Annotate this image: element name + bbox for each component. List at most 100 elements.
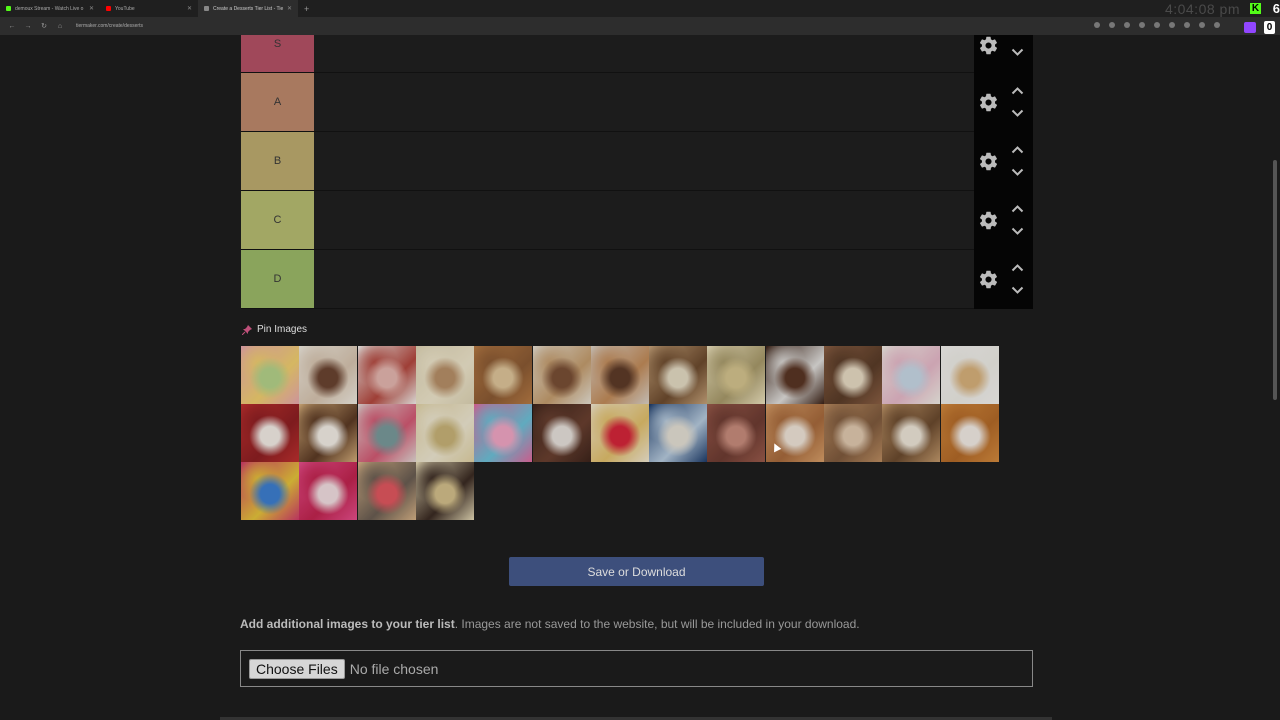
move-down-icon[interactable] — [1011, 168, 1024, 177]
tier-label[interactable]: B — [241, 132, 314, 190]
dessert-image-dippin-dots[interactable] — [649, 404, 708, 462]
dessert-image-macarons[interactable] — [241, 346, 299, 404]
close-tab-icon[interactable]: ✕ — [287, 5, 292, 12]
dessert-image-cheesecake[interactable] — [707, 346, 766, 404]
new-tab-icon[interactable]: + — [304, 4, 309, 14]
kick-favicon-icon — [6, 6, 11, 11]
tier-row: C — [241, 191, 1033, 250]
twitch-logo-icon — [1244, 22, 1256, 33]
dessert-image-cannoli-shells[interactable] — [824, 404, 882, 462]
back-icon[interactable]: ← — [8, 23, 16, 30]
move-up-icon[interactable] — [1011, 145, 1024, 154]
home-icon[interactable]: ⌂ — [56, 23, 64, 30]
dessert-image-smores[interactable] — [299, 404, 358, 462]
extension-icons — [1094, 22, 1220, 28]
move-down-icon[interactable] — [1011, 227, 1024, 236]
address-bar: ← → ↻ ⌂ tiermaker.com/create/desserts — [0, 17, 1280, 35]
dessert-image-cupcake[interactable] — [357, 346, 416, 404]
move-down-icon[interactable] — [1011, 109, 1024, 118]
dessert-image-candy[interactable] — [241, 462, 299, 520]
extension-icon[interactable] — [1169, 22, 1175, 28]
dessert-image-layer-cake[interactable] — [299, 346, 358, 404]
save-or-download-button[interactable]: Save or Download — [509, 557, 764, 586]
pin-icon — [242, 324, 252, 335]
dessert-image-tiramisu[interactable] — [824, 346, 882, 404]
gear-icon[interactable] — [978, 210, 999, 231]
twitch-count: 0 — [1264, 21, 1275, 34]
dessert-image-crepes[interactable] — [532, 346, 591, 404]
dessert-image-pumpkin-pie[interactable] — [940, 404, 999, 462]
forward-icon[interactable]: → — [24, 23, 32, 30]
dessert-image-banana-split[interactable] — [590, 404, 649, 462]
gear-icon[interactable] — [978, 35, 999, 56]
pin-images-header[interactable]: Pin Images — [242, 324, 307, 335]
dessert-image-donuts[interactable] — [590, 346, 649, 404]
move-down-icon[interactable] — [1011, 48, 1024, 57]
close-tab-icon[interactable]: ✕ — [89, 5, 94, 12]
dessert-image-apple-pie[interactable] — [765, 404, 824, 462]
move-up-icon[interactable] — [1011, 204, 1024, 213]
tab-label: Create a Desserts Tier List - Tie — [213, 5, 284, 12]
dessert-image-rice-krispie-treats[interactable] — [415, 404, 474, 462]
tier-label[interactable]: S — [241, 35, 314, 72]
move-up-icon[interactable] — [1011, 263, 1024, 272]
url-field[interactable]: tiermaker.com/create/desserts — [76, 23, 143, 29]
tab-tiermaker[interactable]: Create a Desserts Tier List - Tie ✕ — [198, 0, 298, 17]
tier-label[interactable]: D — [241, 250, 314, 308]
extension-icon[interactable] — [1154, 22, 1160, 28]
tier-row: B — [241, 132, 1033, 191]
dessert-image-ice-cream-cones[interactable] — [940, 346, 999, 404]
tab-kick-stream[interactable]: demoux Stream - Watch Live o ✕ — [0, 0, 100, 17]
tier-controls — [974, 191, 1033, 250]
clock-overlay: 4:04:08 pm — [1164, 1, 1240, 17]
extension-icon[interactable] — [1199, 22, 1205, 28]
tier-label[interactable]: C — [241, 191, 314, 249]
extension-icon[interactable] — [1139, 22, 1145, 28]
dessert-image-sundae[interactable] — [299, 462, 358, 520]
tier-row: A — [241, 73, 1033, 132]
tier-controls — [974, 35, 1033, 73]
dessert-image-pink-donut[interactable] — [474, 404, 533, 462]
star-icon[interactable] — [1124, 22, 1130, 28]
dessert-image-cookies[interactable] — [882, 404, 941, 462]
move-up-icon[interactable] — [1011, 86, 1024, 95]
youtube-favicon-icon — [106, 6, 111, 11]
add-images-instructions: Add additional images to your tier list.… — [240, 617, 860, 631]
dessert-image-fudge[interactable] — [707, 404, 766, 462]
kick-follower-count: 6 — [1272, 1, 1280, 16]
kick-logo-icon: K — [1250, 3, 1261, 14]
page-scrollbar[interactable] — [1273, 160, 1277, 400]
gear-icon[interactable] — [978, 151, 999, 172]
gear-icon[interactable] — [978, 269, 999, 290]
tab-label: YouTube — [115, 5, 135, 12]
reload-icon[interactable]: ↻ — [40, 22, 48, 30]
dessert-image-popsicles[interactable] — [357, 462, 416, 520]
eye-icon[interactable] — [1109, 22, 1115, 28]
move-down-icon[interactable] — [1011, 286, 1024, 295]
tab-label: demoux Stream - Watch Live o — [15, 5, 84, 12]
tier-controls — [974, 132, 1033, 191]
no-file-chosen-label: No file chosen — [349, 660, 439, 677]
gear-icon[interactable] — [978, 92, 999, 113]
tier-row: S — [241, 35, 1033, 73]
close-tab-icon[interactable]: ✕ — [187, 5, 192, 12]
file-upload-field[interactable]: Choose Files No file chosen — [240, 650, 1033, 687]
menu-icon[interactable] — [1214, 22, 1220, 28]
dessert-image-cookie-dough[interactable] — [415, 462, 474, 520]
dessert-image-churros[interactable] — [474, 346, 533, 404]
dessert-image-red-velvet-cake[interactable] — [241, 404, 299, 462]
extension-icon[interactable] — [1184, 22, 1190, 28]
dessert-image-cannoli[interactable] — [649, 346, 708, 404]
choose-files-button[interactable]: Choose Files — [249, 658, 345, 679]
tier-controls — [974, 250, 1033, 309]
dessert-image-brownies[interactable] — [765, 346, 824, 404]
zoom-icon[interactable] — [1094, 22, 1100, 28]
pin-images-label: Pin Images — [257, 324, 308, 335]
tier-label[interactable]: A — [241, 73, 314, 131]
dessert-image-funfetti-cake[interactable] — [882, 346, 941, 404]
tab-youtube[interactable]: YouTube ✕ — [100, 0, 198, 17]
dessert-image-chocolate-mousse-cake[interactable] — [532, 404, 591, 462]
add-images-rest: . Images are not saved to the website, b… — [454, 617, 860, 631]
dessert-image-frozen-yogurt[interactable] — [357, 404, 416, 462]
dessert-image-cinnamon-rolls[interactable] — [415, 346, 474, 404]
